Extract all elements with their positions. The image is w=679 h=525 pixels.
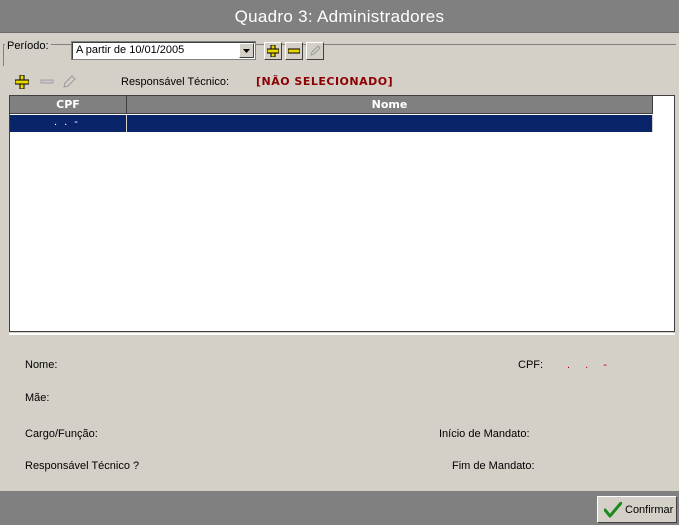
periodo-select[interactable]: A partir de 10/01/2005	[71, 41, 256, 60]
remove-periodo-button[interactable]	[285, 42, 303, 60]
minus-icon	[40, 79, 54, 84]
periodo-dropdown-button[interactable]	[239, 43, 254, 58]
add-periodo-button[interactable]	[264, 42, 282, 60]
responsavel-label: Responsável Técnico:	[121, 76, 230, 88]
fim-mandato-label: Fim de Mandato:	[452, 460, 535, 472]
cell-nome[interactable]	[127, 115, 653, 132]
cpf-label: CPF:	[518, 359, 544, 371]
column-header-nome[interactable]: Nome	[127, 96, 653, 114]
pencil-icon	[63, 75, 76, 88]
add-administrador-button[interactable]	[13, 73, 31, 91]
periodo-select-value: A partir de 10/01/2005	[76, 44, 185, 56]
cell-cpf[interactable]: . . -	[10, 115, 127, 132]
responsavel-tecnico-label: Responsável Técnico ?	[25, 460, 140, 472]
confirm-button[interactable]: Confirmar	[597, 496, 677, 523]
cpf-value: . . -	[567, 359, 613, 371]
details-panel: Nome: Mãe: Cargo/Função: Responsável Téc…	[9, 333, 675, 489]
confirm-button-label: Confirmar	[625, 504, 674, 516]
column-header-cpf[interactable]: CPF	[10, 96, 127, 114]
checkmark-icon	[604, 502, 622, 518]
grid-header: CPF Nome	[10, 96, 653, 114]
mae-label: Mãe:	[25, 392, 50, 404]
inicio-mandato-label: Início de Mandato:	[439, 428, 530, 440]
pencil-icon	[310, 45, 321, 56]
edit-administrador-button[interactable]	[60, 73, 78, 91]
nome-label: Nome:	[25, 359, 58, 371]
window-title: Quadro 3: Administradores	[0, 0, 679, 33]
periodo-label: Período:	[5, 40, 51, 52]
remove-administrador-button[interactable]	[38, 73, 56, 91]
plus-icon	[15, 75, 29, 89]
plus-icon	[267, 45, 279, 57]
responsavel-row: Responsável Técnico: [NÃO SELECIONADO]	[0, 73, 679, 91]
administradores-grid[interactable]: CPF Nome . . -	[9, 95, 675, 332]
bottom-bar: Confirmar	[0, 491, 679, 525]
responsavel-value: [NÃO SELECIONADO]	[256, 75, 394, 88]
edit-periodo-button[interactable]	[306, 42, 324, 60]
table-row[interactable]: . . -	[10, 115, 653, 132]
minus-icon	[288, 48, 300, 54]
chevron-down-icon	[243, 49, 250, 53]
cargo-label: Cargo/Função:	[25, 428, 98, 440]
periodo-group: Período: A partir de 10/01/2005	[3, 37, 676, 67]
